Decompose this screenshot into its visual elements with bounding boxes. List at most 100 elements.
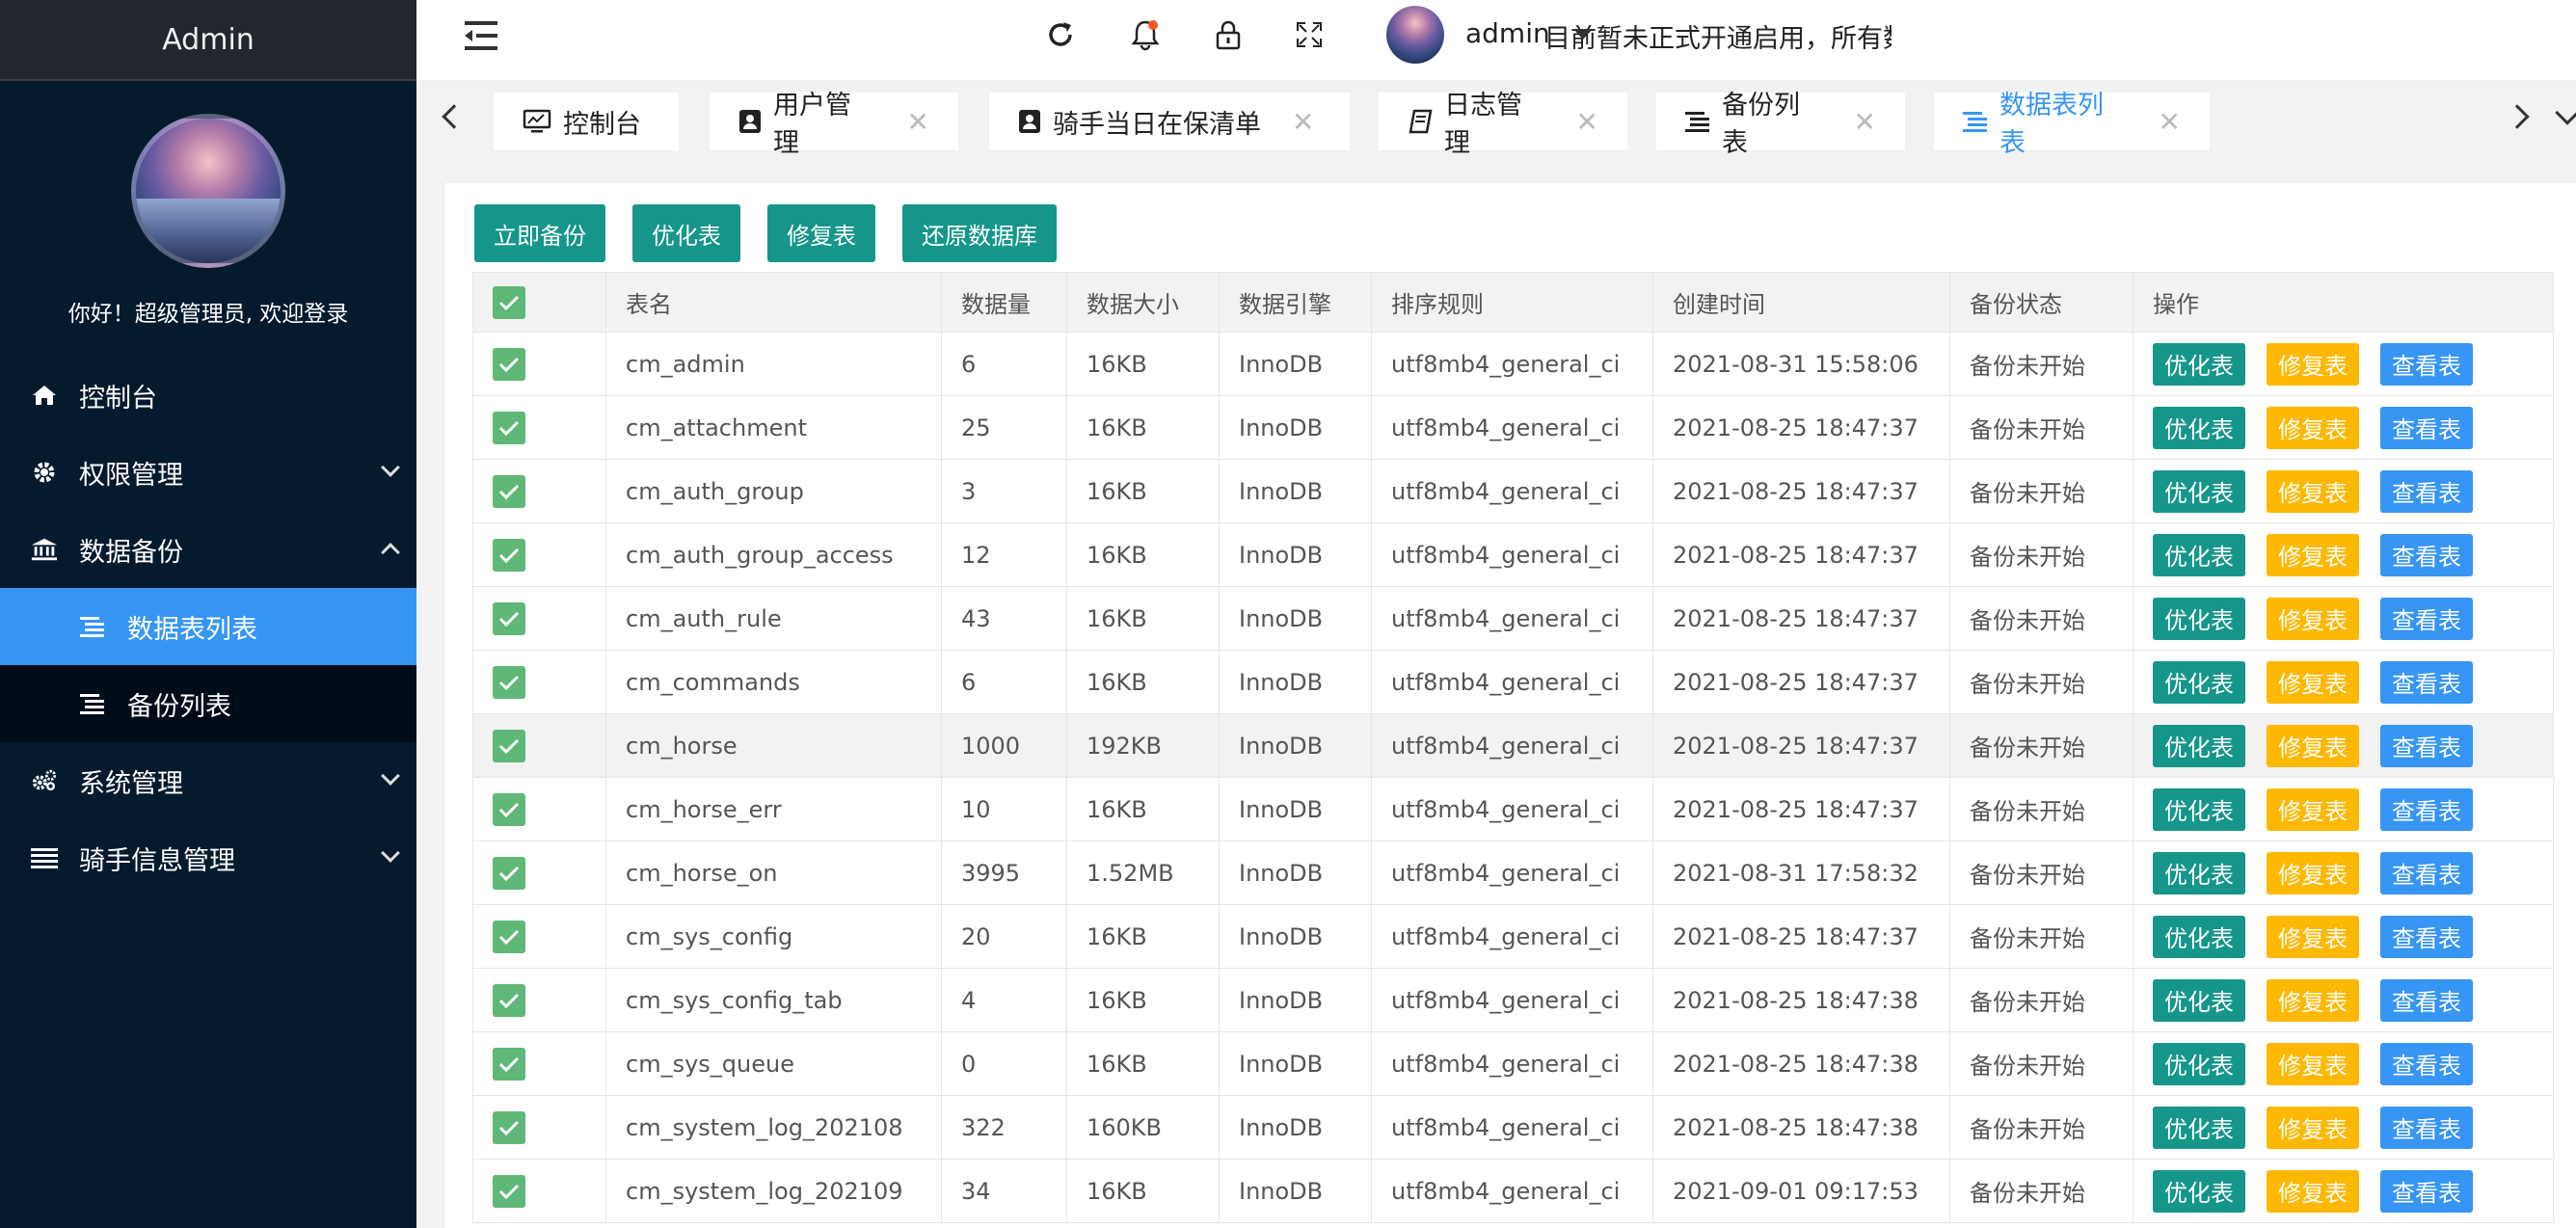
menu-toggle-icon[interactable]	[465, 19, 499, 54]
backup-now-button[interactable]: 立即备份	[474, 204, 605, 262]
checkbox-checked-icon[interactable]	[493, 601, 525, 635]
row-view-button[interactable]: 查看表	[2380, 1169, 2473, 1213]
row-repair-button[interactable]: 修复表	[2267, 851, 2359, 894]
tab-dashboard[interactable]: 控制台	[494, 93, 679, 150]
sidebar-item-table-list[interactable]: 数据表列表	[0, 588, 416, 665]
row-view-button[interactable]: 查看表	[2380, 469, 2473, 513]
table-row[interactable]: cm_horse_err 10 16KB InnoDB utf8mb4_general_…	[472, 777, 2554, 841]
close-icon[interactable]: ✕	[1576, 106, 1598, 138]
row-view-button[interactable]: 查看表	[2380, 851, 2473, 894]
select-all-checkbox[interactable]	[472, 272, 606, 333]
row-checkbox[interactable]	[472, 522, 606, 587]
checkbox-checked-icon[interactable]	[493, 347, 525, 381]
row-optimize-button[interactable]: 优化表	[2153, 660, 2245, 704]
table-row[interactable]: cm_sys_config 20 16KB InnoDB utf8mb4_general…	[472, 904, 2554, 969]
row-repair-button[interactable]: 修复表	[2267, 724, 2359, 767]
checkbox-checked-icon[interactable]	[493, 792, 525, 826]
sidebar-item-data-backup[interactable]: 数据备份	[0, 511, 416, 588]
row-view-button[interactable]: 查看表	[2380, 342, 2473, 386]
row-repair-button[interactable]: 修复表	[2267, 469, 2359, 513]
table-row[interactable]: cm_commands 6 16KB InnoDB utf8mb4_general_ci…	[472, 650, 2554, 714]
row-view-button[interactable]: 查看表	[2380, 660, 2473, 704]
brand-logo[interactable]: Admin	[0, 0, 416, 81]
tab-table-list[interactable]: 数据表列表 ✕	[1934, 91, 2210, 158]
row-checkbox[interactable]	[472, 395, 606, 460]
row-checkbox[interactable]	[472, 586, 606, 651]
username[interactable]: admin	[1465, 17, 1550, 49]
checkbox-checked-icon[interactable]	[493, 1047, 525, 1081]
row-optimize-button[interactable]: 优化表	[2153, 851, 2245, 894]
row-repair-button[interactable]: 修复表	[2267, 978, 2359, 1022]
table-row[interactable]: cm_auth_rule 43 16KB InnoDB utf8mb4_general_…	[472, 586, 2554, 651]
fullscreen-icon[interactable]	[1290, 15, 1328, 54]
table-row[interactable]: cm_horse_on 3995 1.52MB InnoDB utf8mb4_gener…	[472, 841, 2554, 905]
row-view-button[interactable]: 查看表	[2380, 406, 2473, 449]
table-row[interactable]: cm_admin 6 16KB InnoDB utf8mb4_general_ci 202…	[472, 332, 2554, 396]
table-row[interactable]: cm_auth_group_access 12 16KB InnoDB utf8mb4_…	[472, 522, 2554, 587]
tab-log-management[interactable]: 日志管理 ✕	[1379, 91, 1627, 158]
tabs-scroll-left-icon[interactable]	[442, 104, 467, 129]
row-optimize-button[interactable]: 优化表	[2153, 533, 2245, 576]
row-repair-button[interactable]: 修复表	[2267, 788, 2359, 831]
sidebar-item-dashboard[interactable]: 控制台	[0, 357, 416, 434]
row-optimize-button[interactable]: 优化表	[2153, 1169, 2245, 1213]
table-row[interactable]: cm_horse 1000 192KB InnoDB utf8mb4_general_c…	[472, 713, 2554, 778]
checkbox-checked-icon[interactable]	[493, 474, 525, 508]
row-checkbox[interactable]	[472, 1095, 606, 1160]
row-view-button[interactable]: 查看表	[2380, 788, 2473, 831]
row-view-button[interactable]: 查看表	[2380, 915, 2473, 958]
tab-user-management[interactable]: 用户管理 ✕	[710, 91, 958, 158]
tabs-scroll-right-icon[interactable]	[2505, 104, 2530, 129]
user-avatar[interactable]	[1386, 6, 1444, 64]
row-repair-button[interactable]: 修复表	[2267, 1106, 2359, 1149]
row-repair-button[interactable]: 修复表	[2267, 597, 2359, 640]
close-icon[interactable]: ✕	[2159, 106, 2181, 138]
row-optimize-button[interactable]: 优化表	[2153, 469, 2245, 513]
row-checkbox[interactable]	[472, 713, 606, 778]
table-row[interactable]: cm_system_log_202109 34 16KB InnoDB utf8mb4_…	[472, 1159, 2554, 1223]
row-checkbox[interactable]	[472, 459, 606, 523]
row-checkbox[interactable]	[472, 841, 606, 905]
tabs-more-icon[interactable]	[2555, 100, 2576, 125]
row-view-button[interactable]: 查看表	[2380, 533, 2473, 576]
repair-button[interactable]: 修复表	[767, 204, 875, 262]
sidebar-item-permissions[interactable]: 权限管理	[0, 434, 416, 511]
checkbox-checked-icon[interactable]	[493, 729, 525, 762]
row-optimize-button[interactable]: 优化表	[2153, 978, 2245, 1022]
sidebar-item-backup-list[interactable]: 备份列表	[0, 665, 416, 742]
row-repair-button[interactable]: 修复表	[2267, 1169, 2359, 1213]
sidebar-item-system[interactable]: 系统管理	[0, 742, 416, 819]
checkbox-checked-icon[interactable]	[493, 856, 525, 890]
restore-database-button[interactable]: 还原数据库	[902, 204, 1057, 262]
close-icon[interactable]: ✕	[1854, 106, 1876, 138]
checkbox-checked-icon[interactable]	[493, 920, 525, 953]
row-checkbox[interactable]	[472, 332, 606, 396]
checkbox-checked-icon[interactable]	[493, 538, 525, 572]
close-icon[interactable]: ✕	[1292, 106, 1314, 138]
row-view-button[interactable]: 查看表	[2380, 978, 2473, 1022]
row-repair-button[interactable]: 修复表	[2267, 660, 2359, 704]
table-row[interactable]: cm_auth_group 3 16KB InnoDB utf8mb4_general_…	[472, 459, 2554, 523]
table-row[interactable]: cm_system_log_202108 322 160KB InnoDB utf8mb…	[472, 1095, 2554, 1160]
close-icon[interactable]: ✕	[907, 106, 929, 138]
tab-backup-list[interactable]: 备份列表 ✕	[1656, 91, 1905, 158]
row-optimize-button[interactable]: 优化表	[2153, 406, 2245, 449]
checkbox-checked-icon[interactable]	[493, 983, 525, 1017]
table-row[interactable]: cm_sys_config_tab 4 16KB InnoDB utf8mb4_gene…	[472, 968, 2554, 1032]
row-checkbox[interactable]	[472, 1159, 606, 1223]
optimize-button[interactable]: 优化表	[632, 204, 740, 262]
avatar[interactable]	[131, 114, 285, 268]
row-repair-button[interactable]: 修复表	[2267, 915, 2359, 958]
row-optimize-button[interactable]: 优化表	[2153, 788, 2245, 831]
refresh-icon[interactable]	[1041, 15, 1080, 54]
row-view-button[interactable]: 查看表	[2380, 724, 2473, 767]
row-checkbox[interactable]	[472, 777, 606, 841]
bell-icon[interactable]	[1126, 15, 1165, 54]
checkbox-checked-icon[interactable]	[493, 411, 525, 444]
table-row[interactable]: cm_sys_queue 0 16KB InnoDB utf8mb4_general_c…	[472, 1031, 2554, 1096]
table-row[interactable]: cm_attachment 25 16KB InnoDB utf8mb4_general…	[472, 395, 2554, 460]
row-checkbox[interactable]	[472, 1031, 606, 1096]
row-view-button[interactable]: 查看表	[2380, 597, 2473, 640]
row-checkbox[interactable]	[472, 650, 606, 714]
row-repair-button[interactable]: 修复表	[2267, 1042, 2359, 1085]
